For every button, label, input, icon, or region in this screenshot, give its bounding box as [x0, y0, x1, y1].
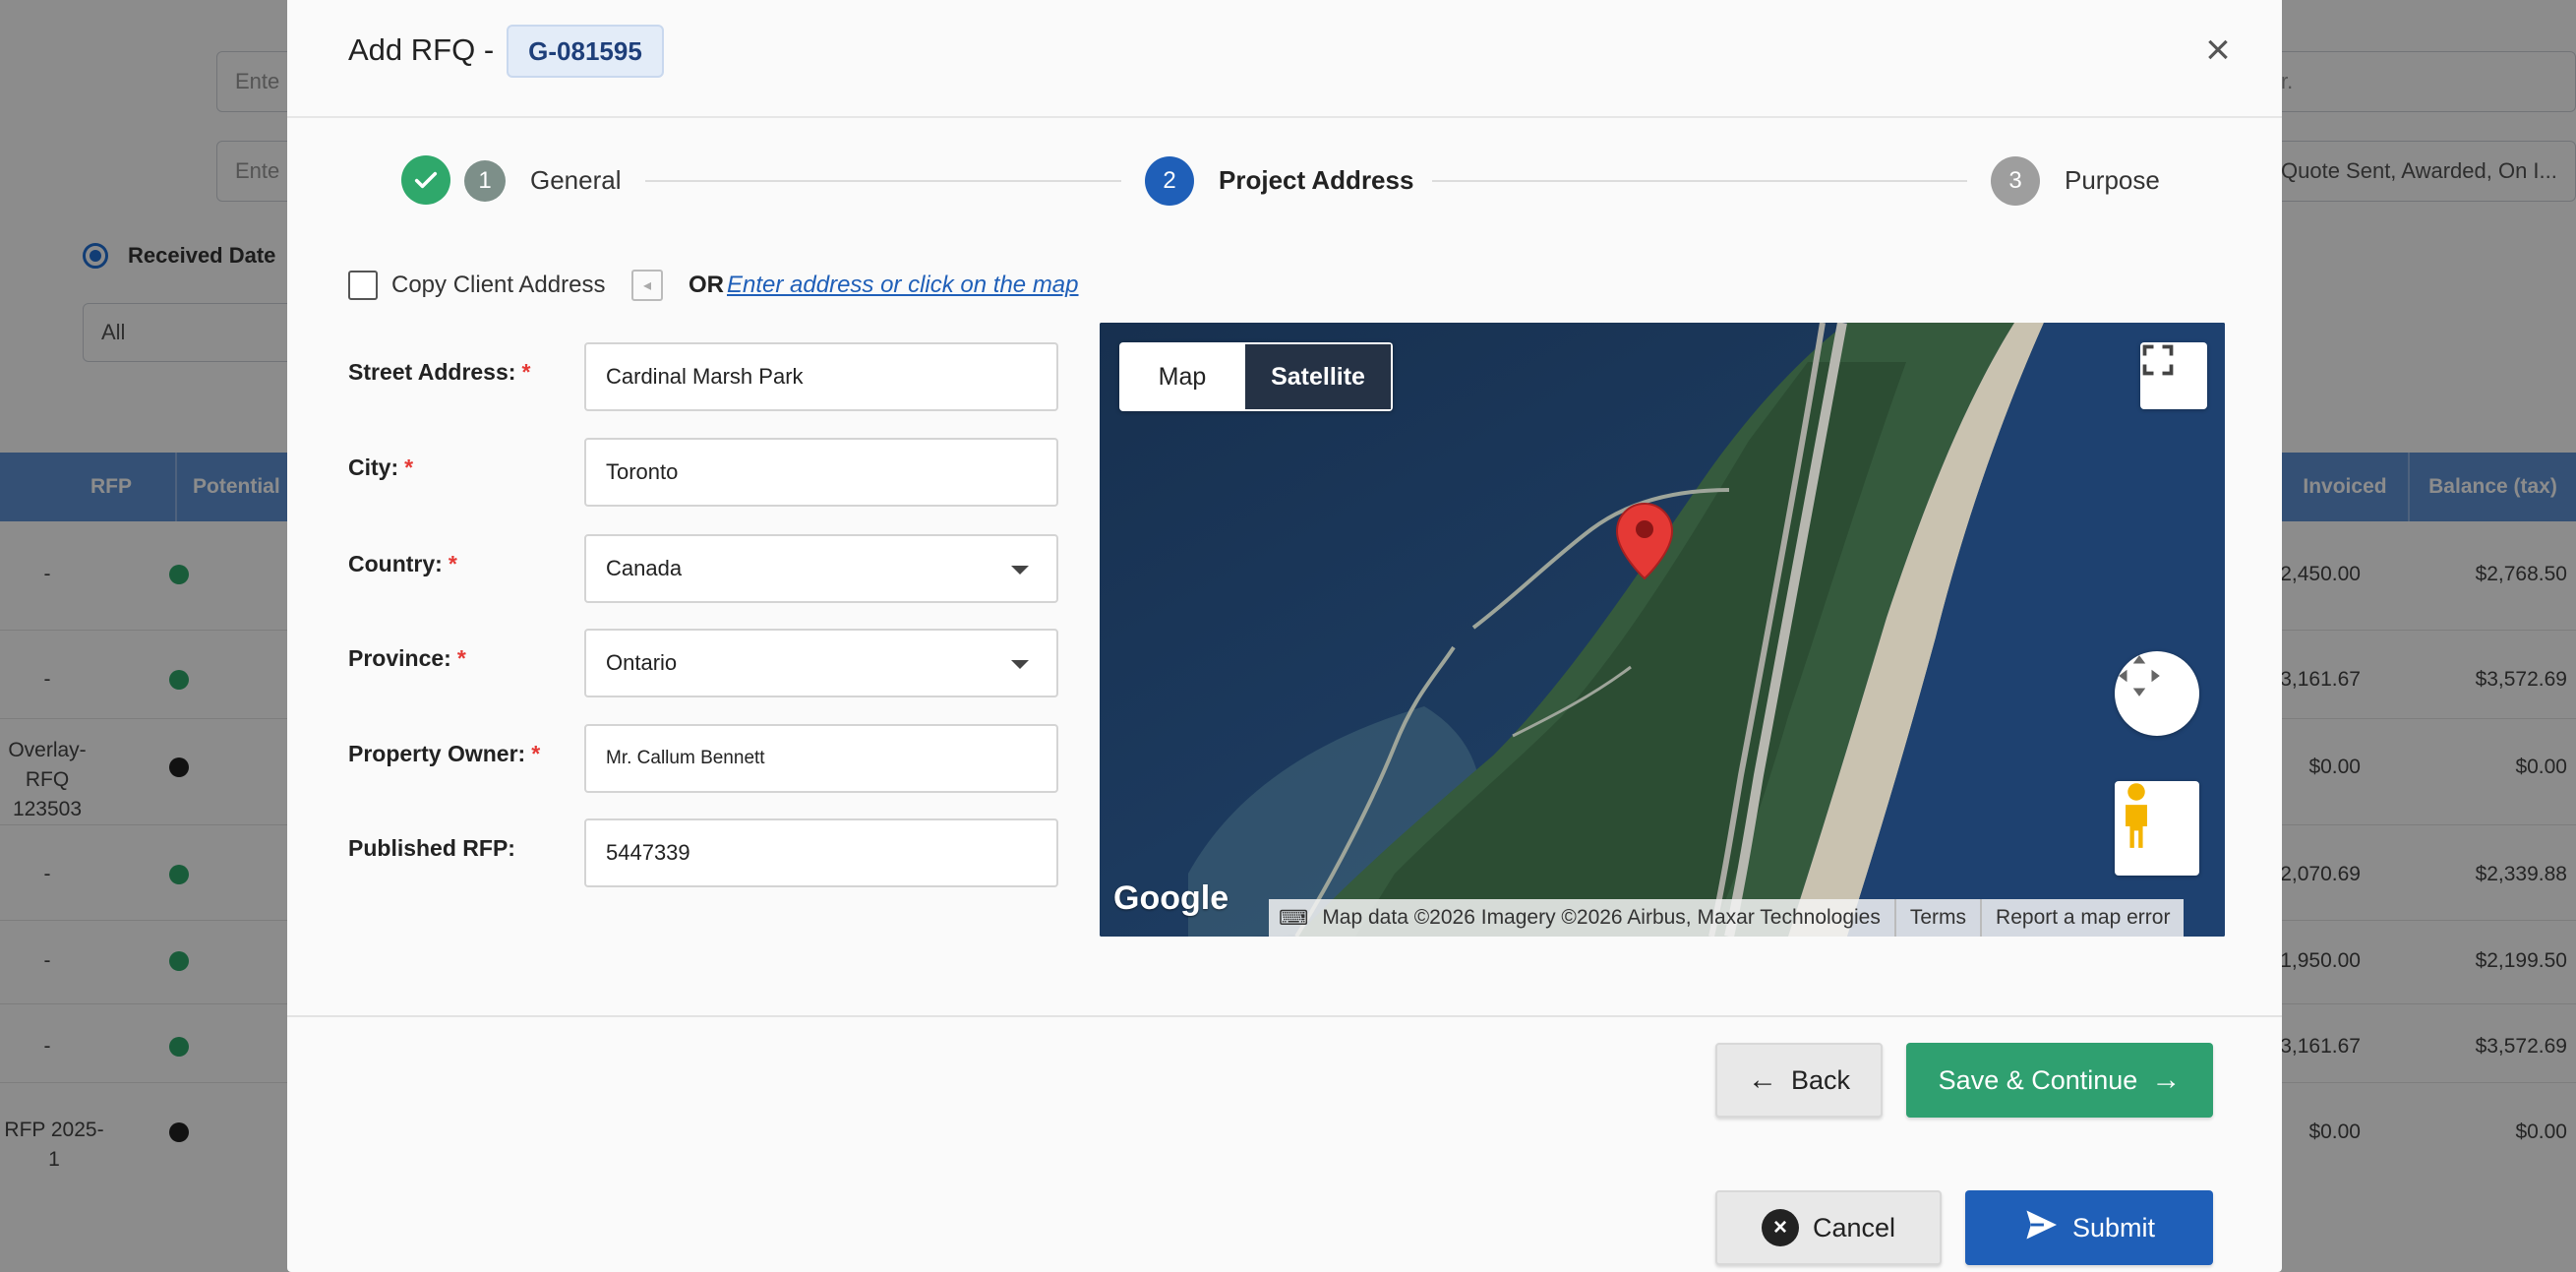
label-text: Country:: [348, 551, 443, 576]
step-2-number: 2: [1145, 156, 1194, 206]
add-rfq-modal: Add RFQ - G-081595 × 1 General 2 Project…: [287, 0, 2282, 1272]
street-address-input[interactable]: Cardinal Marsh Park: [584, 342, 1058, 411]
map-attribution-bar: ⌨ Map data ©2026 Imagery ©2026 Airbus, M…: [1269, 899, 2185, 937]
label-text: Property Owner:: [348, 741, 526, 766]
satellite-option[interactable]: Satellite: [1245, 342, 1393, 411]
input-value: 5447339: [606, 840, 690, 865]
input-value: Mr. Callum Bennett: [606, 748, 765, 768]
street-view-pegman-icon[interactable]: [2115, 781, 2199, 876]
city-label: City: *: [348, 454, 413, 481]
modal-header: Add RFQ - G-081595 ×: [287, 0, 2282, 118]
save-continue-label: Save & Continue: [1938, 1064, 2138, 1095]
keyboard-icon[interactable]: ⌨: [1269, 899, 1318, 937]
map-view[interactable]: Map Satellite Google ⌨ Map data ©2026 Im…: [1100, 323, 2225, 937]
label-text: Province:: [348, 645, 451, 671]
arrow-right-icon: →: [2151, 1063, 2182, 1096]
required-mark: *: [404, 454, 414, 480]
close-circle-icon: ×: [1761, 1209, 1799, 1246]
label-text: Street Address:: [348, 359, 516, 385]
fullscreen-icon[interactable]: [2140, 342, 2207, 409]
required-mark: *: [448, 551, 457, 576]
required-mark: *: [521, 359, 531, 385]
footer-divider: [287, 1015, 2282, 1017]
satellite-imagery: [1100, 323, 2225, 937]
chevron-down-icon: [1011, 660, 1029, 669]
stepper-connector: [1432, 180, 1967, 182]
cancel-button-label: Cancel: [1812, 1212, 1896, 1242]
send-icon: [2023, 1209, 2059, 1247]
enter-address-link[interactable]: Enter address or click on the map: [727, 272, 1079, 299]
save-continue-button[interactable]: Save & Continue →: [1906, 1043, 2213, 1118]
map-type-toggle: Map Satellite: [1119, 342, 1393, 411]
report-map-error-link[interactable]: Report a map error: [1980, 899, 2184, 937]
input-value: Cardinal Marsh Park: [606, 364, 804, 389]
chevron-down-icon: [1011, 566, 1029, 575]
province-select[interactable]: Ontario: [584, 629, 1058, 697]
city-input[interactable]: Toronto: [584, 438, 1058, 507]
input-value: Toronto: [606, 459, 679, 484]
copy-client-address-checkbox[interactable]: [348, 271, 378, 300]
arrow-left-icon: ←: [1747, 1063, 1777, 1096]
rfq-id-badge: G-081595: [507, 25, 664, 78]
google-logo: Google: [1113, 879, 1229, 917]
property-owner-input[interactable]: Mr. Callum Bennett: [584, 724, 1058, 793]
published-rfp-input[interactable]: 5447339: [584, 818, 1058, 887]
submit-button-label: Submit: [2071, 1212, 2156, 1242]
copy-client-address-label[interactable]: Copy Client Address: [391, 272, 605, 299]
step-1-label[interactable]: General: [530, 165, 622, 196]
step-3-label[interactable]: Purpose: [2065, 165, 2160, 196]
country-label: Country: *: [348, 551, 457, 577]
select-value: Ontario: [606, 650, 678, 675]
required-mark: *: [456, 645, 466, 671]
map-option[interactable]: Map: [1119, 342, 1245, 411]
select-value: Canada: [606, 556, 683, 580]
or-text: OR: [689, 272, 724, 298]
step-3-number: 3: [1991, 156, 2040, 206]
back-button-label: Back: [1790, 1064, 1851, 1095]
label-text: City:: [348, 454, 399, 480]
camera-control-icon[interactable]: [2115, 651, 2199, 736]
property-owner-label: Property Owner: *: [348, 741, 540, 767]
map-terms-link[interactable]: Terms: [1893, 899, 1980, 937]
step-1-number: 1: [464, 160, 506, 202]
published-rfp-label: Published RFP:: [348, 835, 515, 861]
step-2-label[interactable]: Project Address: [1219, 165, 1413, 196]
back-button[interactable]: ← Back: [1715, 1043, 1883, 1118]
street-address-label: Street Address: *: [348, 359, 530, 386]
stepper-connector: [645, 180, 1121, 182]
required-mark: *: [531, 741, 541, 766]
close-icon[interactable]: ×: [2195, 28, 2241, 73]
locate-icon[interactable]: ◂: [631, 270, 663, 301]
modal-title: Add RFQ -: [348, 32, 495, 67]
submit-button[interactable]: Submit: [1965, 1190, 2213, 1265]
cancel-button[interactable]: × Cancel: [1715, 1190, 1942, 1265]
check-icon: [401, 155, 450, 205]
map-attribution: Map data ©2026 Imagery ©2026 Airbus, Max…: [1322, 906, 1881, 929]
country-select[interactable]: Canada: [584, 534, 1058, 603]
province-label: Province: *: [348, 645, 466, 672]
